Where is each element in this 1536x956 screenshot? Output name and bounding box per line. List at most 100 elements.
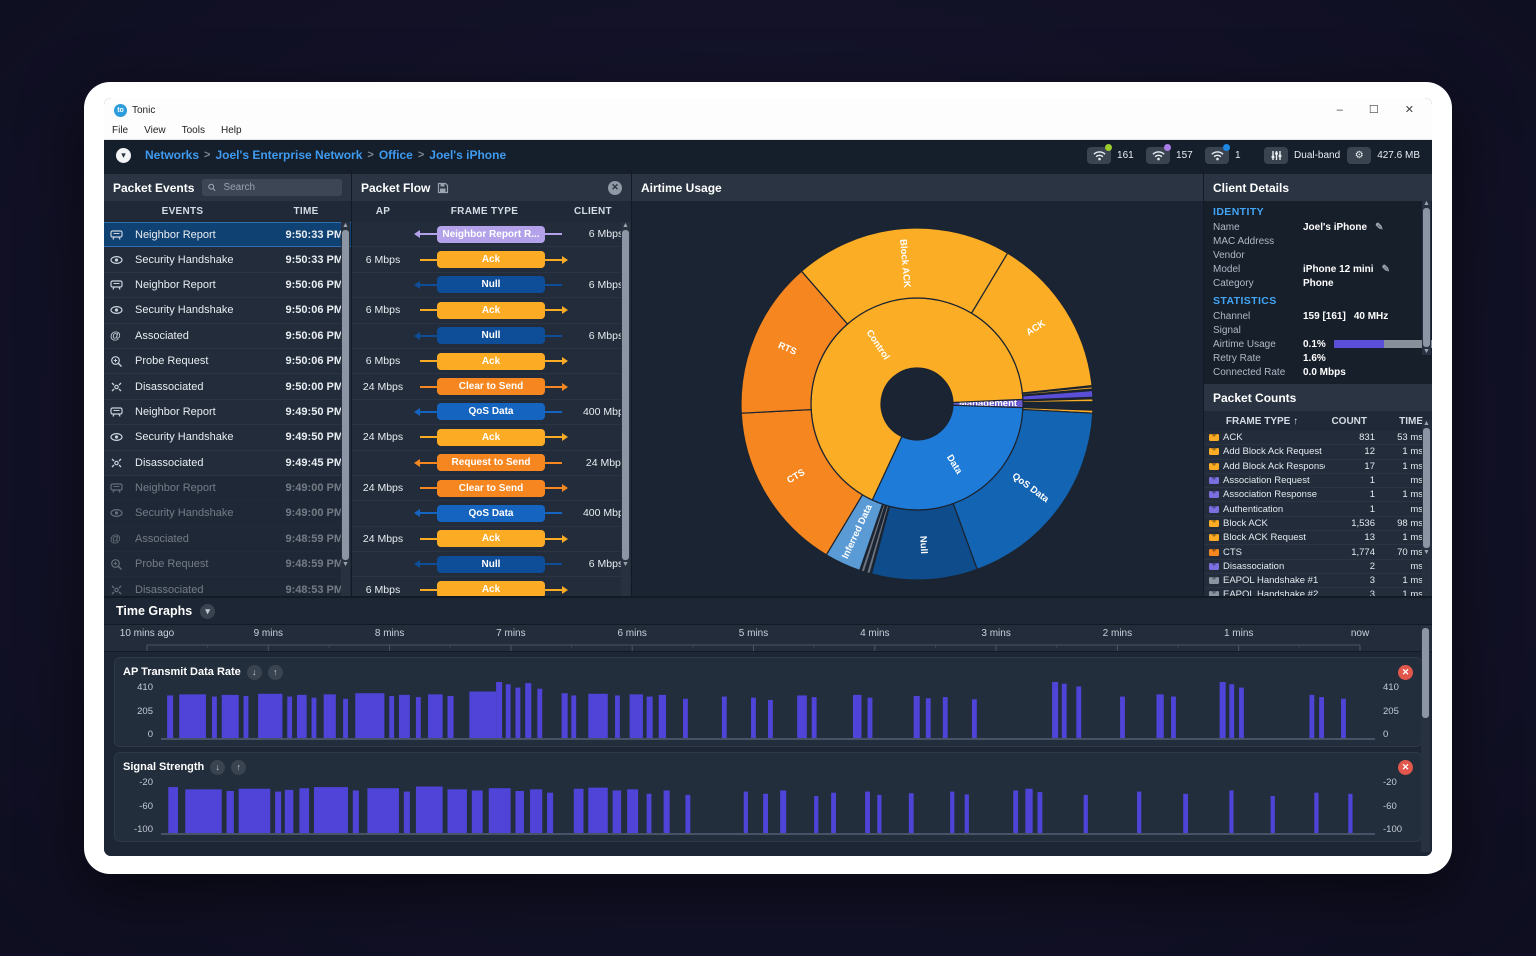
arrow-right-icon [562, 383, 568, 391]
breadcrumb-link[interactable]: Joel's iPhone [429, 148, 506, 162]
edit-icon[interactable]: ✎ [1375, 222, 1383, 233]
graph-plot-area[interactable] [161, 682, 1375, 740]
menu-item-file[interactable]: File [112, 125, 128, 136]
packet-count-row[interactable]: ACK83153 ms [1204, 431, 1432, 445]
frame-type-pill[interactable]: Request to Send [437, 454, 545, 471]
frame-type-pill[interactable]: Null [437, 556, 545, 573]
wifi-badge[interactable]: 157 [1146, 147, 1198, 164]
packet-count-row[interactable]: Add Block Ack Request121 ms [1204, 445, 1432, 459]
frame-type-pill[interactable]: Ack [437, 353, 545, 370]
frame-type-pill[interactable]: Neighbor Report R... [437, 226, 545, 243]
event-row[interactable]: Probe Request9:48:59 PM [104, 552, 351, 577]
frame-type-pill[interactable]: Ack [437, 581, 545, 596]
close-graph-button[interactable]: ✕ [1398, 760, 1413, 775]
wifi-badge[interactable]: 1 [1205, 147, 1257, 164]
event-row[interactable]: Neighbor Report9:50:06 PM [104, 273, 351, 298]
frame-type-count-header: FRAME TYPE ↑ [1213, 416, 1311, 427]
frame-type-pill[interactable]: Null [437, 276, 545, 293]
counts-scrollbar[interactable]: ▲▼ [1422, 420, 1431, 596]
flow-row[interactable]: Request to Send24 Mbps [352, 451, 631, 476]
event-row[interactable]: Disassociated9:49:45 PM [104, 451, 351, 476]
frame-type-pill[interactable]: Clear to Send [437, 378, 545, 395]
wifi-badge[interactable]: 161 [1087, 147, 1139, 164]
search-box[interactable] [202, 179, 342, 196]
event-row[interactable]: Security Handshake9:49:50 PM [104, 425, 351, 450]
maximize-button[interactable]: ☐ [1369, 98, 1379, 122]
events-scrollbar[interactable]: ▲▼ [341, 222, 350, 596]
event-row[interactable]: Disassociated9:50:00 PM [104, 374, 351, 399]
close-button[interactable]: ✕ [1405, 98, 1414, 122]
airtime-usage-bar [1334, 340, 1432, 348]
breadcrumb-link[interactable]: Office [379, 148, 413, 162]
flow-row[interactable]: QoS Data400 Mbps [352, 400, 631, 425]
packet-count-row[interactable]: CTS1,77470 ms [1204, 545, 1432, 559]
menu-item-tools[interactable]: Tools [182, 125, 205, 136]
close-panel-icon[interactable]: ✕ [608, 181, 622, 195]
sort-ascending-icon[interactable]: ↑ [1293, 416, 1298, 427]
frame-type-pill[interactable]: Ack [437, 530, 545, 547]
event-row[interactable]: Probe Request9:50:06 PM [104, 349, 351, 374]
flow-row[interactable]: Null6 Mbps [352, 324, 631, 349]
graph-plot-area[interactable] [161, 777, 1375, 835]
event-row[interactable]: Neighbor Report9:49:00 PM [104, 476, 351, 501]
breadcrumb-link[interactable]: Joel's Enterprise Network [215, 148, 362, 162]
flow-row[interactable]: 6 MbpsAck [352, 298, 631, 323]
signal-strength-graph-card: Signal Strength↓↑✕-20-60-100-20-60-100 [114, 752, 1422, 842]
packet-count-row[interactable]: EAPOL Handshake #131 ms [1204, 574, 1432, 588]
move-down-button[interactable]: ↓ [210, 760, 225, 775]
event-row[interactable]: @Associated9:50:06 PM [104, 324, 351, 349]
event-row[interactable]: Neighbor Report9:49:50 PM [104, 400, 351, 425]
flow-row[interactable]: Neighbor Report R...6 Mbps [352, 222, 631, 247]
breadcrumb-link[interactable]: Networks [145, 148, 199, 162]
flow-row[interactable]: Null6 Mbps [352, 273, 631, 298]
frame-type-pill[interactable]: Clear to Send [437, 480, 545, 497]
event-row[interactable]: Security Handshake9:50:33 PM [104, 247, 351, 272]
close-graph-button[interactable]: ✕ [1398, 665, 1413, 680]
event-row[interactable]: Disassociated9:48:53 PM [104, 577, 351, 596]
menu-item-view[interactable]: View [144, 125, 166, 136]
frame-type-pill[interactable]: QoS Data [437, 505, 545, 522]
flow-row[interactable]: 24 MbpsClear to Send [352, 476, 631, 501]
flow-row[interactable]: QoS Data400 Mbps [352, 501, 631, 526]
flow-row[interactable]: 6 MbpsAck [352, 247, 631, 272]
packet-count-row[interactable]: Block ACK Request131 ms [1204, 531, 1432, 545]
collapse-chevron-icon[interactable]: ▾ [200, 604, 215, 619]
packet-count-row[interactable]: Association Request1ms [1204, 474, 1432, 488]
details-scrollbar[interactable]: ▲▼ [1422, 200, 1431, 355]
flow-row[interactable]: 6 MbpsAck [352, 577, 631, 596]
event-row[interactable]: @Associated9:48:59 PM [104, 527, 351, 552]
timeline-ruler[interactable]: 10 mins ago9 mins8 mins7 mins6 mins5 min… [104, 624, 1432, 652]
menu-item-help[interactable]: Help [221, 125, 242, 136]
frame-type-pill[interactable]: Ack [437, 429, 545, 446]
event-row[interactable]: Security Handshake9:49:00 PM [104, 501, 351, 526]
flow-row[interactable]: 24 MbpsAck [352, 425, 631, 450]
save-icon[interactable] [437, 182, 449, 194]
chevron-down-icon[interactable]: ▾ [116, 148, 131, 163]
edit-icon[interactable]: ✎ [1382, 264, 1390, 275]
event-row[interactable]: Neighbor Report9:50:33 PM [104, 222, 351, 247]
packet-count-row[interactable]: EAPOL Handshake #231 ms [1204, 588, 1432, 596]
dual-band-badge[interactable]: Dual-band [1264, 147, 1340, 164]
flow-scrollbar[interactable]: ▲▼ [621, 222, 630, 596]
event-row[interactable]: Security Handshake9:50:06 PM [104, 298, 351, 323]
flow-row[interactable]: 6 MbpsAck [352, 349, 631, 374]
capture-size-badge[interactable]: ⚙427.6 MB [1347, 147, 1420, 164]
packet-count-row[interactable]: Disassociation2ms [1204, 560, 1432, 574]
packet-count-row[interactable]: Association Response11 ms [1204, 488, 1432, 502]
frame-type-pill[interactable]: QoS Data [437, 403, 545, 420]
packet-count-row[interactable]: Authentication1ms [1204, 502, 1432, 516]
flow-row[interactable]: 24 MbpsAck [352, 527, 631, 552]
flow-row[interactable]: 24 MbpsClear to Send [352, 374, 631, 399]
frame-type-pill[interactable]: Ack [437, 251, 545, 268]
frame-type-pill[interactable]: Ack [437, 302, 545, 319]
frame-type-pill[interactable]: Null [437, 327, 545, 344]
timegraphs-scrollbar[interactable] [1421, 626, 1430, 852]
packet-count-row[interactable]: Block ACK1,53698 ms [1204, 517, 1432, 531]
search-input[interactable] [221, 181, 336, 194]
move-down-button[interactable]: ↓ [247, 665, 262, 680]
packet-count-row[interactable]: Add Block Ack Response171 ms [1204, 460, 1432, 474]
move-up-button[interactable]: ↑ [231, 760, 246, 775]
minimize-button[interactable]: – [1337, 98, 1343, 122]
move-up-button[interactable]: ↑ [268, 665, 283, 680]
flow-row[interactable]: Null6 Mbps [352, 552, 631, 577]
